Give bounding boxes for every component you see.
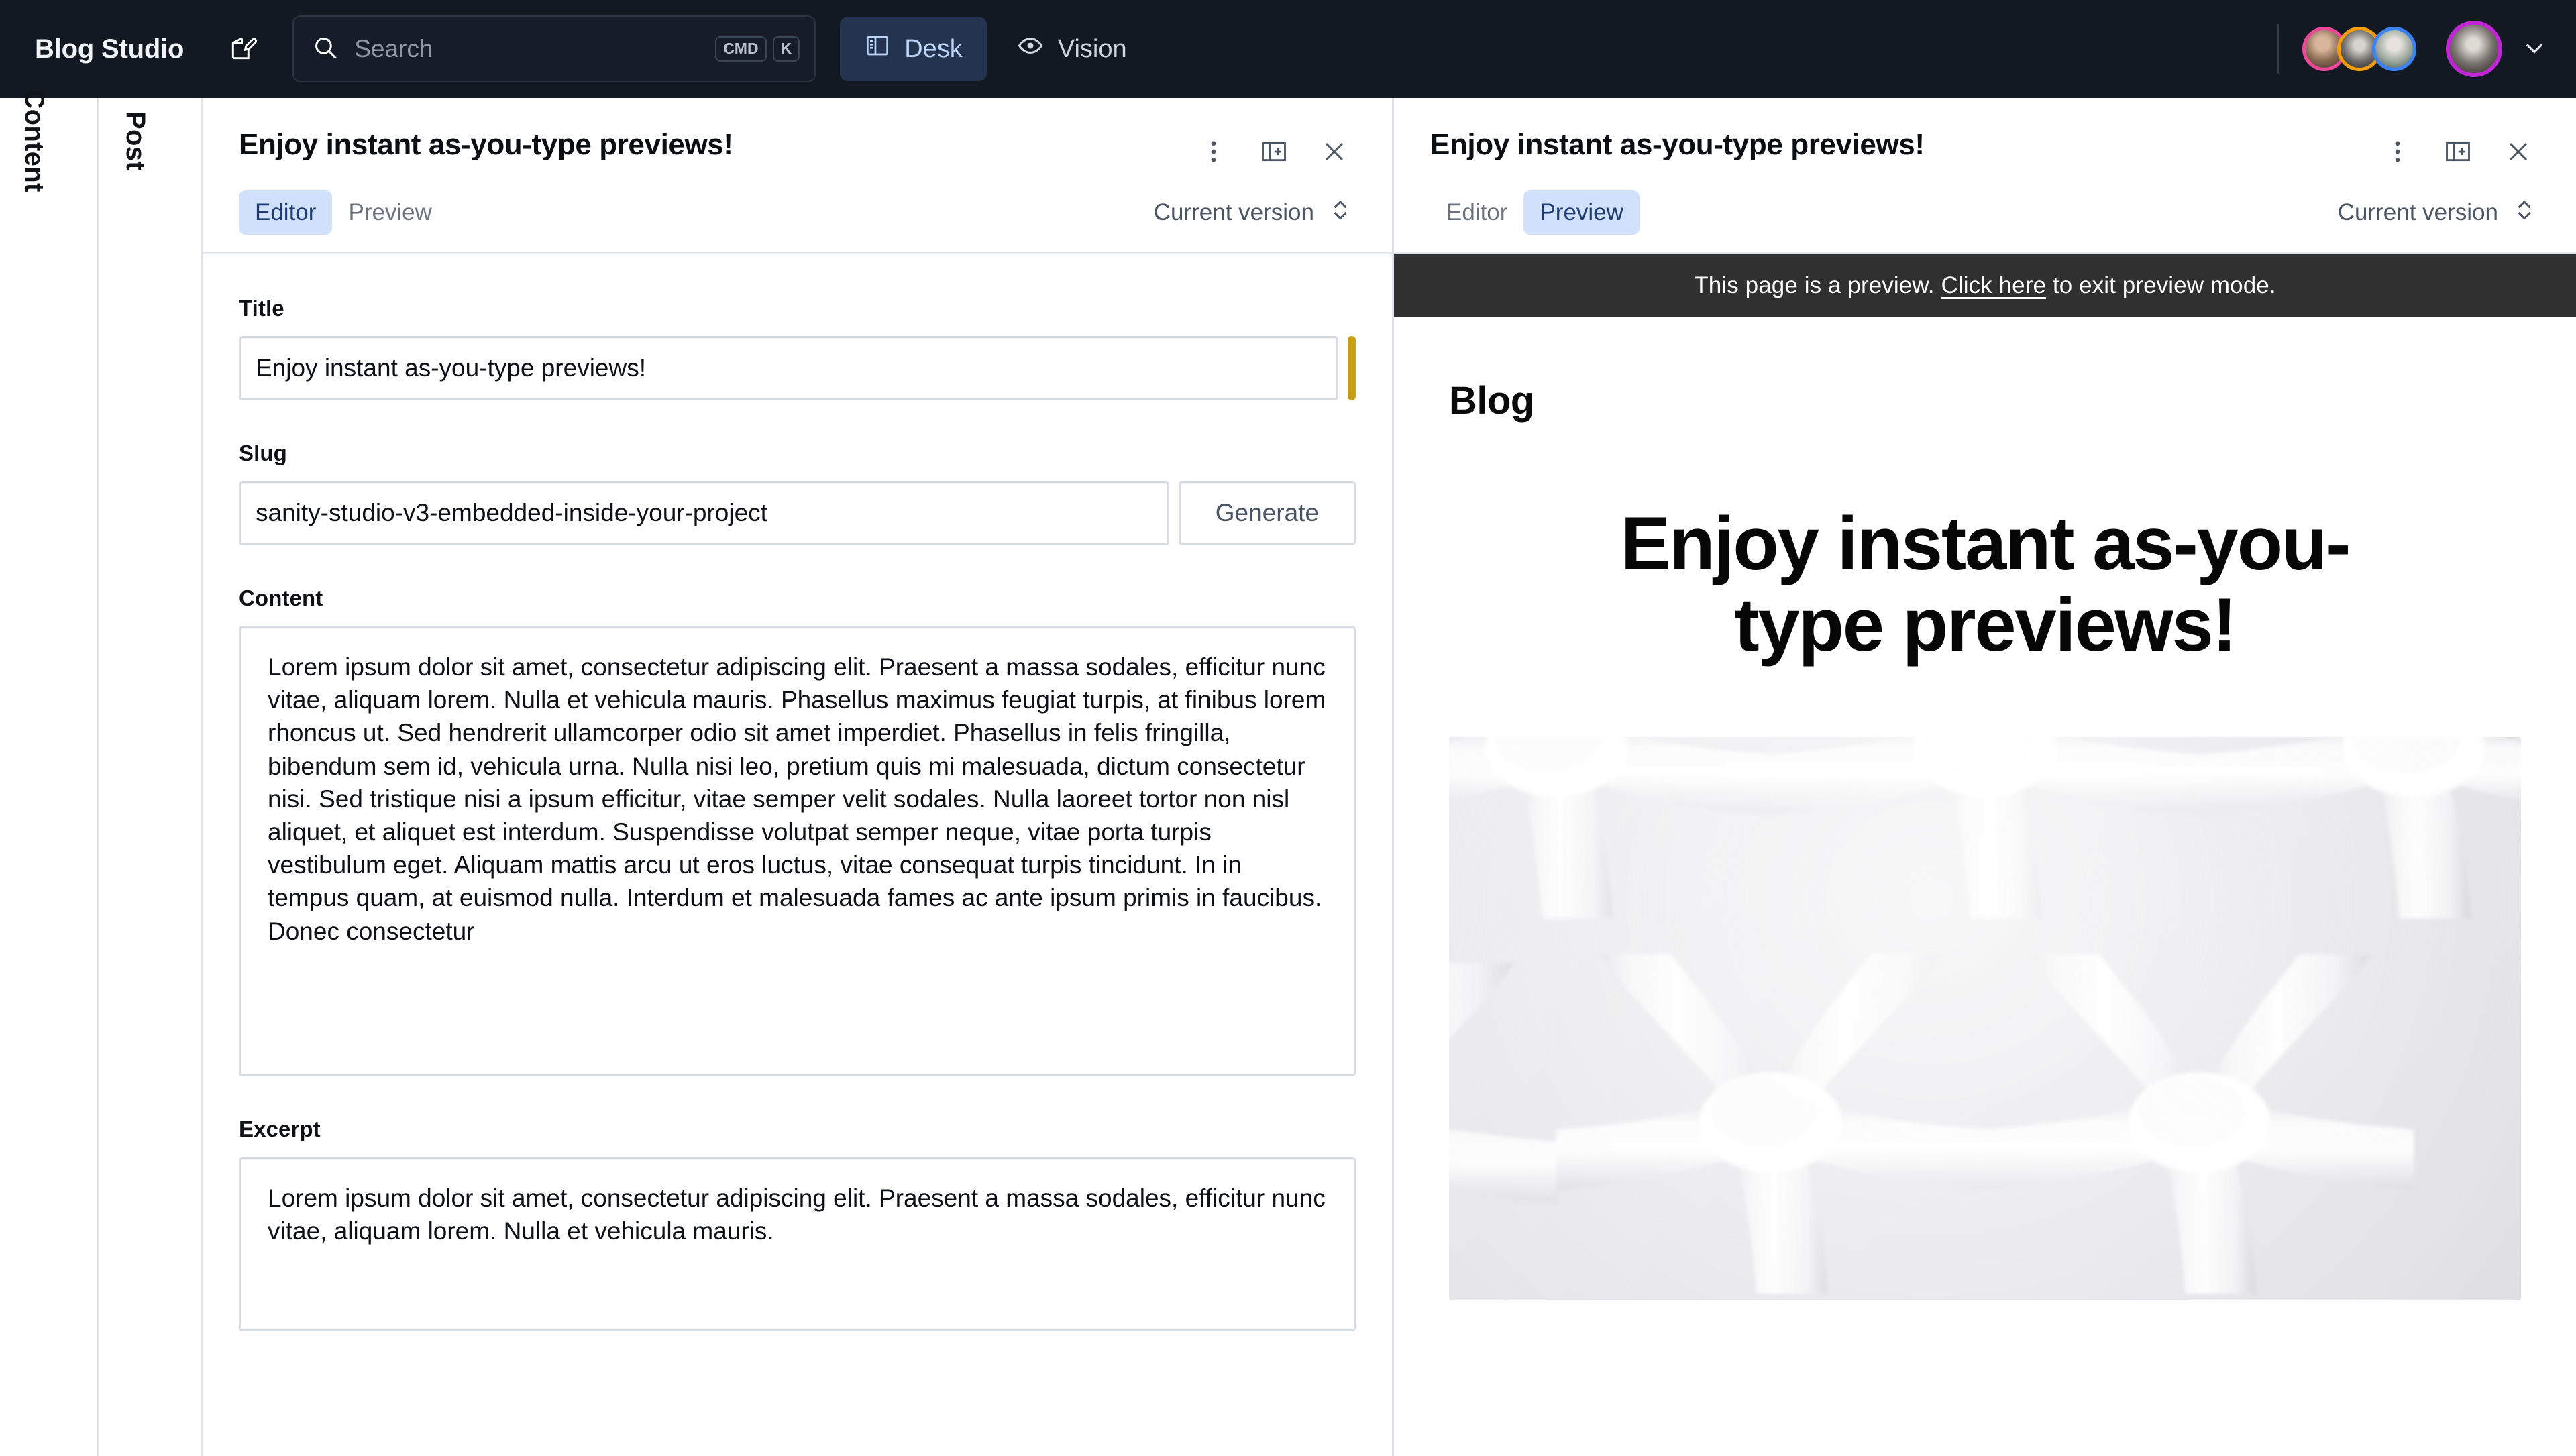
pane-content-rail[interactable]: Content xyxy=(0,89,99,1456)
preview-view-tabs: Editor Preview Current version xyxy=(1430,190,2540,252)
eye-icon xyxy=(1016,32,1044,66)
compose-button[interactable] xyxy=(213,19,272,78)
presence-marker xyxy=(1348,336,1356,400)
content-textarea[interactable]: Lorem ipsum dolor sit amet, consectetur … xyxy=(239,626,1356,1076)
field-excerpt: Excerpt Lorem ipsum dolor sit amet, cons… xyxy=(239,1117,1356,1331)
title-input[interactable]: Enjoy instant as-you-type previews! xyxy=(239,336,1339,400)
preview-post-headline: Enjoy instant as-you-type previews! xyxy=(1620,502,2351,667)
more-vertical-icon[interactable] xyxy=(2376,130,2419,173)
preview-hero-image xyxy=(1449,736,2521,1300)
preview-pane-header: Enjoy instant as-you-type previews! Edit… xyxy=(1394,98,2576,252)
tab-preview[interactable]: Preview xyxy=(1523,190,1640,235)
nav-tab-desk[interactable]: Desk xyxy=(840,17,987,81)
pane-content-rail-label: Content xyxy=(19,89,49,192)
preview-document-title: Enjoy instant as-you-type previews! xyxy=(1430,129,1925,161)
editor-view-tabs: Editor Preview Current version xyxy=(239,190,1356,252)
presence-avatars[interactable] xyxy=(2302,27,2416,71)
account-menu-button[interactable] xyxy=(2520,33,2549,66)
document-form: Title Enjoy instant as-you-type previews… xyxy=(203,254,1392,1456)
search-shortcut-mod: CMD xyxy=(715,36,767,62)
editor-pane-header: Enjoy instant as-you-type previews! Edit… xyxy=(203,98,1392,252)
preview-mode-banner: This page is a preview. Click here to ex… xyxy=(1394,252,2576,317)
nav-tab-desk-label: Desk xyxy=(904,34,963,63)
document-editor-pane: Enjoy instant as-you-type previews! Edit… xyxy=(203,98,1394,1456)
workspace-brand-title: Blog Studio xyxy=(35,34,184,64)
more-vertical-icon[interactable] xyxy=(1192,130,1235,173)
tab-editor[interactable]: Editor xyxy=(239,190,333,235)
excerpt-textarea[interactable]: Lorem ipsum dolor sit amet, consectetur … xyxy=(239,1157,1356,1331)
tab-preview[interactable]: Preview xyxy=(332,190,447,235)
top-bar: Blog Studio Search CMD K Desk Vision xyxy=(0,0,2576,98)
editor-version-label: Current version xyxy=(1153,199,1314,225)
preview-version-selector[interactable]: Current version xyxy=(2338,195,2540,231)
preview-version-label: Current version xyxy=(2337,199,2498,225)
search-icon xyxy=(311,34,339,65)
chevron-down-icon xyxy=(2520,43,2549,65)
nav-tab-vision-label: Vision xyxy=(1057,34,1127,63)
slug-input[interactable]: sanity-studio-v3-embedded-inside-your-pr… xyxy=(239,481,1169,545)
desk-panels-icon xyxy=(864,32,891,66)
preview-banner-text-after: to exit preview mode. xyxy=(2052,272,2276,298)
close-icon[interactable] xyxy=(2497,130,2540,173)
preview-header-actions xyxy=(2376,129,2540,173)
workspace-nav: Desk Vision xyxy=(840,17,1150,81)
workspace: Content Post Enjoy instant as-you-type p… xyxy=(0,89,2576,1456)
field-title-label: Title xyxy=(239,296,284,321)
divider xyxy=(2277,24,2279,74)
field-slug: Slug sanity-studio-v3-embedded-inside-yo… xyxy=(239,441,1356,545)
editor-header-actions xyxy=(1192,129,1356,173)
field-content: Content Lorem ipsum dolor sit amet, cons… xyxy=(239,585,1356,1076)
nav-tab-vision[interactable]: Vision xyxy=(992,17,1151,81)
field-slug-label: Slug xyxy=(239,441,287,465)
pane-post-rail-label: Post xyxy=(120,111,150,170)
excerpt-textarea-value: Lorem ipsum dolor sit amet, consectetur … xyxy=(268,1184,1326,1245)
abstract-white-lattice-photo xyxy=(1449,736,2521,1300)
document-preview-pane: Enjoy instant as-you-type previews! Edit… xyxy=(1394,98,2576,1456)
preview-banner-text-before: This page is a preview. xyxy=(1694,272,1935,298)
chevron-up-down-icon xyxy=(2513,195,2536,231)
exit-preview-link[interactable]: Click here xyxy=(1941,272,2046,299)
preview-iframe-body: Blog Enjoy instant as-you-type previews! xyxy=(1394,317,2576,1456)
search-shortcut-key: K xyxy=(772,36,800,62)
chevron-up-down-icon xyxy=(1329,195,1352,231)
compose-icon xyxy=(228,34,258,65)
pane-post-rail[interactable]: Post xyxy=(99,98,203,1456)
account-avatar[interactable] xyxy=(2446,21,2502,77)
split-pane-add-icon[interactable] xyxy=(2436,130,2479,173)
top-bar-right-cluster xyxy=(2277,0,2553,98)
search-input[interactable]: Search CMD K xyxy=(292,15,816,82)
field-content-label: Content xyxy=(239,585,323,610)
preview-site-nav-title[interactable]: Blog xyxy=(1449,317,2521,423)
tab-editor[interactable]: Editor xyxy=(1430,190,1523,235)
editor-version-selector[interactable]: Current version xyxy=(1154,195,1356,231)
avatar[interactable] xyxy=(2372,27,2416,71)
split-pane-add-icon[interactable] xyxy=(1252,130,1295,173)
content-textarea-value: Lorem ipsum dolor sit amet, consectetur … xyxy=(268,653,1326,945)
editor-document-title: Enjoy instant as-you-type previews! xyxy=(239,129,733,161)
close-icon[interactable] xyxy=(1313,130,1356,173)
field-excerpt-label: Excerpt xyxy=(239,1117,321,1141)
search-placeholder: Search xyxy=(354,35,433,62)
field-title: Title Enjoy instant as-you-type previews… xyxy=(239,296,1356,400)
generate-slug-button[interactable]: Generate xyxy=(1178,481,1356,545)
